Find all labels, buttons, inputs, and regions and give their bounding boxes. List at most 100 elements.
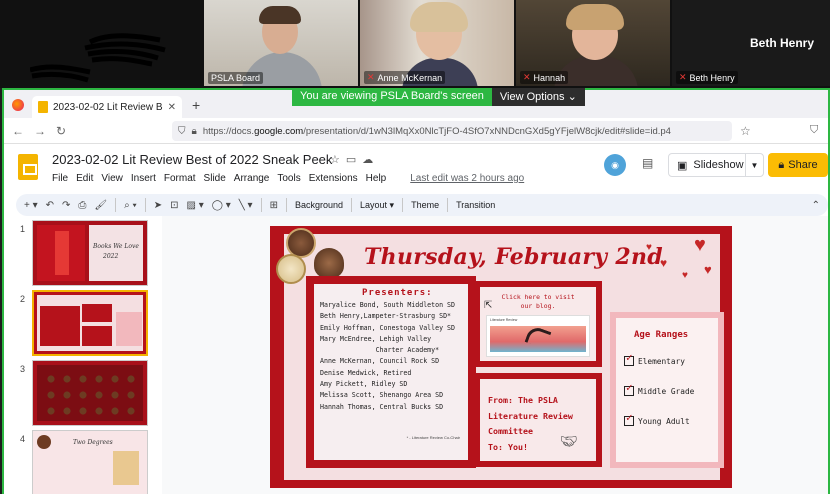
redo-icon[interactable]: ↷ (62, 200, 70, 211)
zoom-gallery: PSLA Board ✕ Anne McKernan ✕ Hannah ✕ Beth … (0, 0, 830, 88)
redaction-scribble (30, 33, 166, 83)
menu-arrange[interactable]: Arrange (234, 173, 270, 184)
menu-format[interactable]: Format (164, 173, 196, 184)
slideshow-icon: ▣ (677, 159, 688, 172)
transition-button[interactable]: Transition (456, 200, 495, 210)
star-icon[interactable]: ☆ (330, 154, 346, 166)
share-button[interactable]: 🔒︎ Share (768, 153, 828, 177)
slideshow-dropdown-icon[interactable]: ▼ (745, 154, 763, 176)
line-icon[interactable]: ╲ ▾ (239, 200, 253, 211)
presenters-list: Maryalice Bond, South Middleton SD Beth … (320, 301, 455, 411)
close-tab-icon[interactable]: ✕ (168, 102, 176, 113)
screen-share-banner: You are viewing PSLA Board's screen View… (292, 88, 585, 106)
background-button[interactable]: Background (295, 200, 343, 210)
checkbox-icon (624, 411, 634, 426)
image-icon[interactable]: ▨ ▾ (187, 200, 204, 211)
participant-name: ✕ Hannah (520, 71, 569, 84)
collapse-toolbar-icon[interactable]: ⌃ (812, 200, 820, 211)
layout-button[interactable]: Layout ▾ (360, 200, 394, 211)
url-field[interactable]: ⛉ 🔒︎ https://docs.google.com/presentatio… (172, 121, 732, 141)
menu-help[interactable]: Help (366, 173, 387, 184)
mouse-cursor-icon: ⇱ (484, 300, 493, 311)
menu-tools[interactable]: Tools (277, 173, 300, 184)
new-tab-icon[interactable]: + (192, 97, 200, 113)
participant-name: PSLA Board (208, 72, 264, 84)
slideshow-button[interactable]: ▣ Slideshow ▼ (668, 153, 764, 177)
age-ranges-box[interactable]: Age Ranges Elementary Middle Grade Young… (610, 312, 724, 468)
paint-format-icon[interactable]: 🖌︎ (94, 200, 107, 211)
menu-edit[interactable]: Edit (76, 173, 93, 184)
menu-insert[interactable]: Insert (131, 173, 156, 184)
shield-icon: ⛉ (178, 125, 186, 137)
firefox-icon (12, 99, 24, 111)
move-folder-icon[interactable]: ▭ (346, 154, 362, 166)
age-item: Elementary (624, 351, 685, 366)
slide-filmstrip: 1 Books We Love 2022 2 3 4 Two Degrees (4, 216, 162, 494)
theme-button[interactable]: Theme (411, 200, 439, 210)
participant-tile-hannah[interactable]: ✕ Hannah (516, 0, 670, 86)
participant-tile-anne[interactable]: ✕ Anne McKernan (360, 0, 514, 86)
forward-icon[interactable]: → (34, 124, 46, 138)
new-slide-icon[interactable]: + ▾ (24, 200, 38, 211)
blog-link-text[interactable]: Click here to visit our blog. (480, 293, 596, 311)
reload-icon[interactable]: ↻ (56, 124, 66, 138)
menu-view[interactable]: View (101, 173, 123, 184)
browser-tab[interactable]: 2023-02-02 Lit Review Best of ✕ (32, 96, 182, 118)
age-ranges-title: Age Ranges (634, 330, 689, 340)
menu-slide[interactable]: Slide (204, 173, 226, 184)
participant-name: ✕ Beth Henry (676, 71, 738, 84)
blog-preview-image[interactable]: Literature Review (486, 315, 590, 357)
last-edit-link[interactable]: Last edit was 2 hours ago (410, 173, 524, 184)
pocket-icon[interactable]: ⛉ (810, 124, 818, 137)
participant-tile-psla-board[interactable]: PSLA Board (204, 0, 358, 86)
slides-logo-icon[interactable] (18, 154, 38, 180)
menu-bar: File Edit View Insert Format Slide Arran… (52, 173, 524, 184)
lock-icon: 🔒︎ (191, 125, 197, 137)
textbox-icon[interactable]: ⊡ (170, 200, 178, 211)
slide-thumbnail-1[interactable]: Books We Love 2022 (32, 220, 148, 286)
select-icon[interactable]: ➤ (154, 200, 162, 211)
mic-muted-icon: ✕ (679, 72, 687, 82)
mic-muted-icon: ✕ (523, 72, 531, 82)
zoom-icon[interactable]: ⌕ ▾ (124, 200, 137, 211)
menu-file[interactable]: File (52, 173, 68, 184)
document-title[interactable]: 2023-02-02 Lit Review Best of 2022 Sneak… (52, 152, 332, 167)
chocolate-decoration (276, 254, 306, 284)
slide[interactable]: Thursday, February 2nd ♥ ♥ ♥ ♥ ♥ Present… (270, 226, 732, 488)
view-options-button[interactable]: View Options ⌄ (491, 88, 585, 106)
share-message: You are viewing PSLA Board's screen (292, 88, 492, 106)
bookmark-star-icon[interactable]: ☆ (740, 124, 751, 138)
presenters-box[interactable]: Presenters: Maryalice Bond, South Middle… (306, 276, 476, 468)
slide-canvas: Thursday, February 2nd ♥ ♥ ♥ ♥ ♥ Present… (162, 216, 828, 494)
docs-header: 2023-02-02 Lit Review Best of 2022 Sneak… (4, 146, 828, 194)
slide-content: Thursday, February 2nd ♥ ♥ ♥ ♥ ♥ Present… (276, 228, 724, 480)
lock-icon: 🔒︎ (778, 158, 785, 171)
menu-extensions[interactable]: Extensions (309, 173, 358, 184)
heart-icon: ♥ (660, 256, 668, 270)
url-text: https://docs.google.com/presentation/d/1… (202, 125, 671, 137)
heart-icon: ♥ (694, 234, 706, 256)
slide-thumbnail-3[interactable] (32, 360, 148, 426)
checkbox-icon (624, 351, 634, 366)
heart-icon: ♥ (682, 270, 688, 281)
collaborator-avatar[interactable]: ◉ (604, 154, 626, 176)
add-comment-icon[interactable]: ⊞ (270, 200, 278, 211)
blog-link-box[interactable]: Click here to visit our blog. Literature… (474, 281, 602, 367)
participant-name: ✕ Anne McKernan (364, 71, 446, 84)
slides-favicon-icon (38, 101, 48, 113)
back-icon[interactable]: ← (12, 124, 24, 138)
title-actions: ☆▭☁ (330, 153, 379, 166)
shape-icon[interactable]: ◯ ▾ (212, 200, 231, 211)
slide-thumbnail-4[interactable]: Two Degrees (32, 430, 148, 494)
slide-title[interactable]: Thursday, February 2nd (364, 244, 663, 270)
presenters-footnote: * - Literature Review Co-Chair (406, 435, 460, 440)
handshake-icon: 🤝︎ (560, 433, 578, 449)
comment-icon[interactable]: ▤ (642, 156, 653, 170)
slide-thumbnail-2[interactable] (32, 290, 148, 356)
mic-muted-icon: ✕ (367, 72, 375, 82)
print-icon[interactable]: ⎙ (78, 200, 86, 211)
undo-icon[interactable]: ↶ (46, 200, 54, 211)
cloud-status-icon[interactable]: ☁ (362, 154, 379, 166)
checkbox-icon (624, 381, 634, 396)
from-box[interactable]: From: The PSLA Literature Review Committ… (474, 373, 602, 467)
